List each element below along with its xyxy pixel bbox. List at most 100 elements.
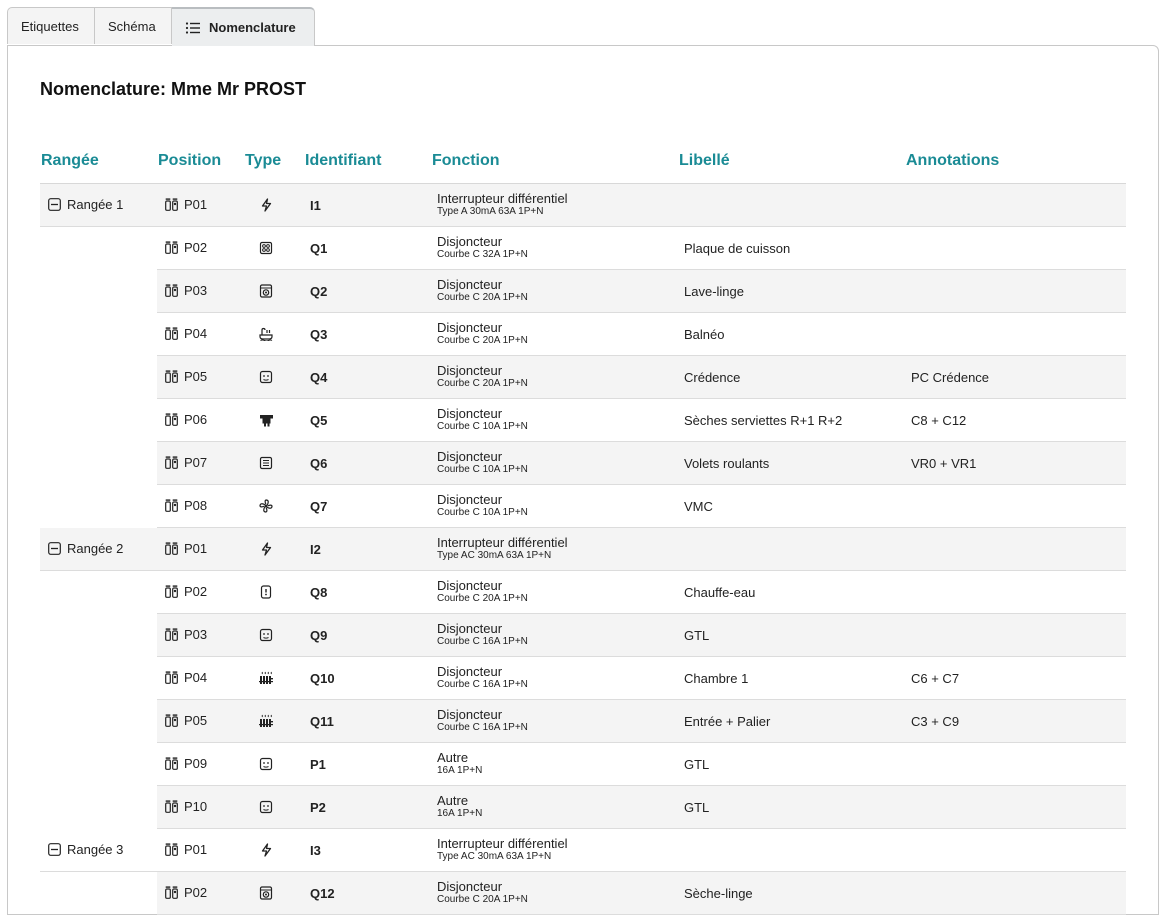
cell-type (244, 613, 304, 657)
cell-libelle: GTL (678, 613, 905, 657)
table-row: P03 Q9 Disjoncteur Courbe C 16A 1P+N GTL (40, 613, 1126, 657)
tab-etiquettes[interactable]: Etiquettes (7, 7, 95, 44)
fonction-detail: Courbe C 16A 1P+N (437, 679, 528, 690)
col-header-position: Position (157, 139, 244, 184)
fonction-name: Disjoncteur (437, 234, 503, 249)
cell-position: P01 (157, 527, 244, 571)
table-header: Rangée Position Type Identifiant Fonctio… (40, 139, 1126, 184)
breaker-position-icon (165, 240, 178, 254)
fonction-detail: Courbe C 10A 1P+N (437, 507, 528, 518)
cell-identifiant: Q4 (304, 355, 431, 399)
fonction-detail: Courbe C 10A 1P+N (437, 464, 528, 475)
cell-position: P04 (157, 312, 244, 356)
fonction-name: Disjoncteur (437, 492, 503, 507)
cell-type (244, 871, 304, 915)
cell-position: P05 (157, 355, 244, 399)
cell-libelle: Crédence (678, 355, 905, 399)
rangee-label: Rangée 2 (67, 540, 124, 556)
cell-rangee (40, 872, 157, 915)
cell-fonction: Interrupteur différentiel Type AC 30mA 63… (431, 828, 678, 872)
collapse-icon[interactable] (48, 842, 61, 856)
breaker-position-icon (165, 197, 178, 211)
position-label: P06 (184, 411, 208, 427)
cell-identifiant: P1 (304, 742, 431, 786)
cell-type (244, 570, 304, 614)
socket-icon (259, 370, 304, 384)
tab-schema[interactable]: Schéma (95, 7, 172, 44)
cell-type (244, 269, 304, 313)
breaker-position-icon (165, 756, 178, 770)
cell-rangee: Rangée 1 (40, 183, 157, 227)
fan-icon (259, 499, 304, 513)
position-label: P03 (184, 282, 208, 298)
cell-fonction: Disjoncteur Courbe C 10A 1P+N (431, 484, 678, 528)
cell-libelle: Volets roulants (678, 441, 905, 485)
cell-libelle: Lave-linge (678, 269, 905, 313)
table-row: Rangée 2 P01 I2 Interrupteur différentiel Ty… (40, 527, 1126, 571)
cell-annotations (905, 183, 1126, 227)
cell-annotations (905, 269, 1126, 313)
fonction-name: Disjoncteur (437, 578, 503, 593)
table-row: P03 Q2 Disjoncteur Courbe C 20A 1P+N Lave-li… (40, 269, 1126, 313)
breaker-position-icon (165, 369, 178, 383)
socket-icon (259, 628, 304, 642)
fonction-name: Interrupteur différentiel (437, 836, 568, 851)
collapse-icon[interactable] (48, 197, 61, 211)
cell-rangee (40, 356, 157, 399)
socket-icon (259, 757, 304, 771)
cell-libelle (678, 527, 905, 571)
list-icon (185, 21, 201, 35)
breaker-position-icon (165, 799, 178, 813)
fonction-name: Disjoncteur (437, 320, 503, 335)
cell-rangee (40, 614, 157, 657)
breaker-position-icon (165, 498, 178, 512)
rangee-label: Rangée 3 (67, 841, 124, 857)
cell-rangee (40, 485, 157, 528)
collapse-icon[interactable] (48, 541, 61, 555)
cell-annotations: C3 + C9 (905, 699, 1126, 743)
cell-fonction: Disjoncteur Courbe C 20A 1P+N (431, 355, 678, 399)
lightning-icon (259, 843, 304, 857)
cell-rangee: Rangée 3 (40, 828, 157, 872)
cell-fonction: Disjoncteur Courbe C 20A 1P+N (431, 312, 678, 356)
col-header-identifiant: Identifiant (304, 139, 431, 184)
cell-identifiant: I1 (304, 183, 431, 227)
towel-dryer-icon (259, 413, 304, 427)
cell-annotations (905, 527, 1126, 571)
cell-fonction: Disjoncteur Courbe C 20A 1P+N (431, 570, 678, 614)
tab-bar: Etiquettes Schéma Nomenclature (7, 7, 315, 46)
nomenclature-table: Rangée Position Type Identifiant Fonctio… (40, 139, 1126, 915)
cell-fonction: Interrupteur différentiel Type AC 30mA 63… (431, 527, 678, 571)
fonction-detail: Courbe C 16A 1P+N (437, 636, 528, 647)
position-label: P05 (184, 368, 208, 384)
table-row: P05 Q4 Disjoncteur Courbe C 20A 1P+N Crédenc… (40, 355, 1126, 399)
fonction-detail: 16A 1P+N (437, 808, 483, 819)
cell-rangee (40, 227, 157, 270)
cell-libelle: Balnéo (678, 312, 905, 356)
cell-rangee: Rangée 2 (40, 527, 157, 571)
position-label: P09 (184, 755, 208, 771)
cell-libelle: GTL (678, 742, 905, 786)
fonction-detail: Courbe C 10A 1P+N (437, 421, 528, 432)
fonction-detail: Courbe C 20A 1P+N (437, 894, 528, 905)
socket-icon (259, 800, 304, 814)
cell-rangee (40, 571, 157, 614)
position-label: P05 (184, 712, 208, 728)
cell-type (244, 527, 304, 571)
position-label: P01 (184, 540, 208, 556)
breaker-position-icon (165, 412, 178, 426)
cell-position: P02 (157, 871, 244, 915)
table-row: Rangée 1 P01 I1 Interrupteur différentiel Ty… (40, 183, 1126, 227)
cell-type (244, 656, 304, 700)
tab-nomenclature[interactable]: Nomenclature (172, 7, 315, 46)
cell-fonction: Disjoncteur Courbe C 16A 1P+N (431, 656, 678, 700)
lightning-icon (259, 542, 304, 556)
cell-type (244, 355, 304, 399)
position-label: P08 (184, 497, 208, 513)
cell-position: P06 (157, 398, 244, 442)
cell-libelle: Chauffe-eau (678, 570, 905, 614)
cell-rangee (40, 700, 157, 743)
fonction-detail: Courbe C 20A 1P+N (437, 593, 528, 604)
table-row: P10 P2 Autre 16A 1P+N GTL (40, 785, 1126, 829)
position-label: P02 (184, 583, 208, 599)
